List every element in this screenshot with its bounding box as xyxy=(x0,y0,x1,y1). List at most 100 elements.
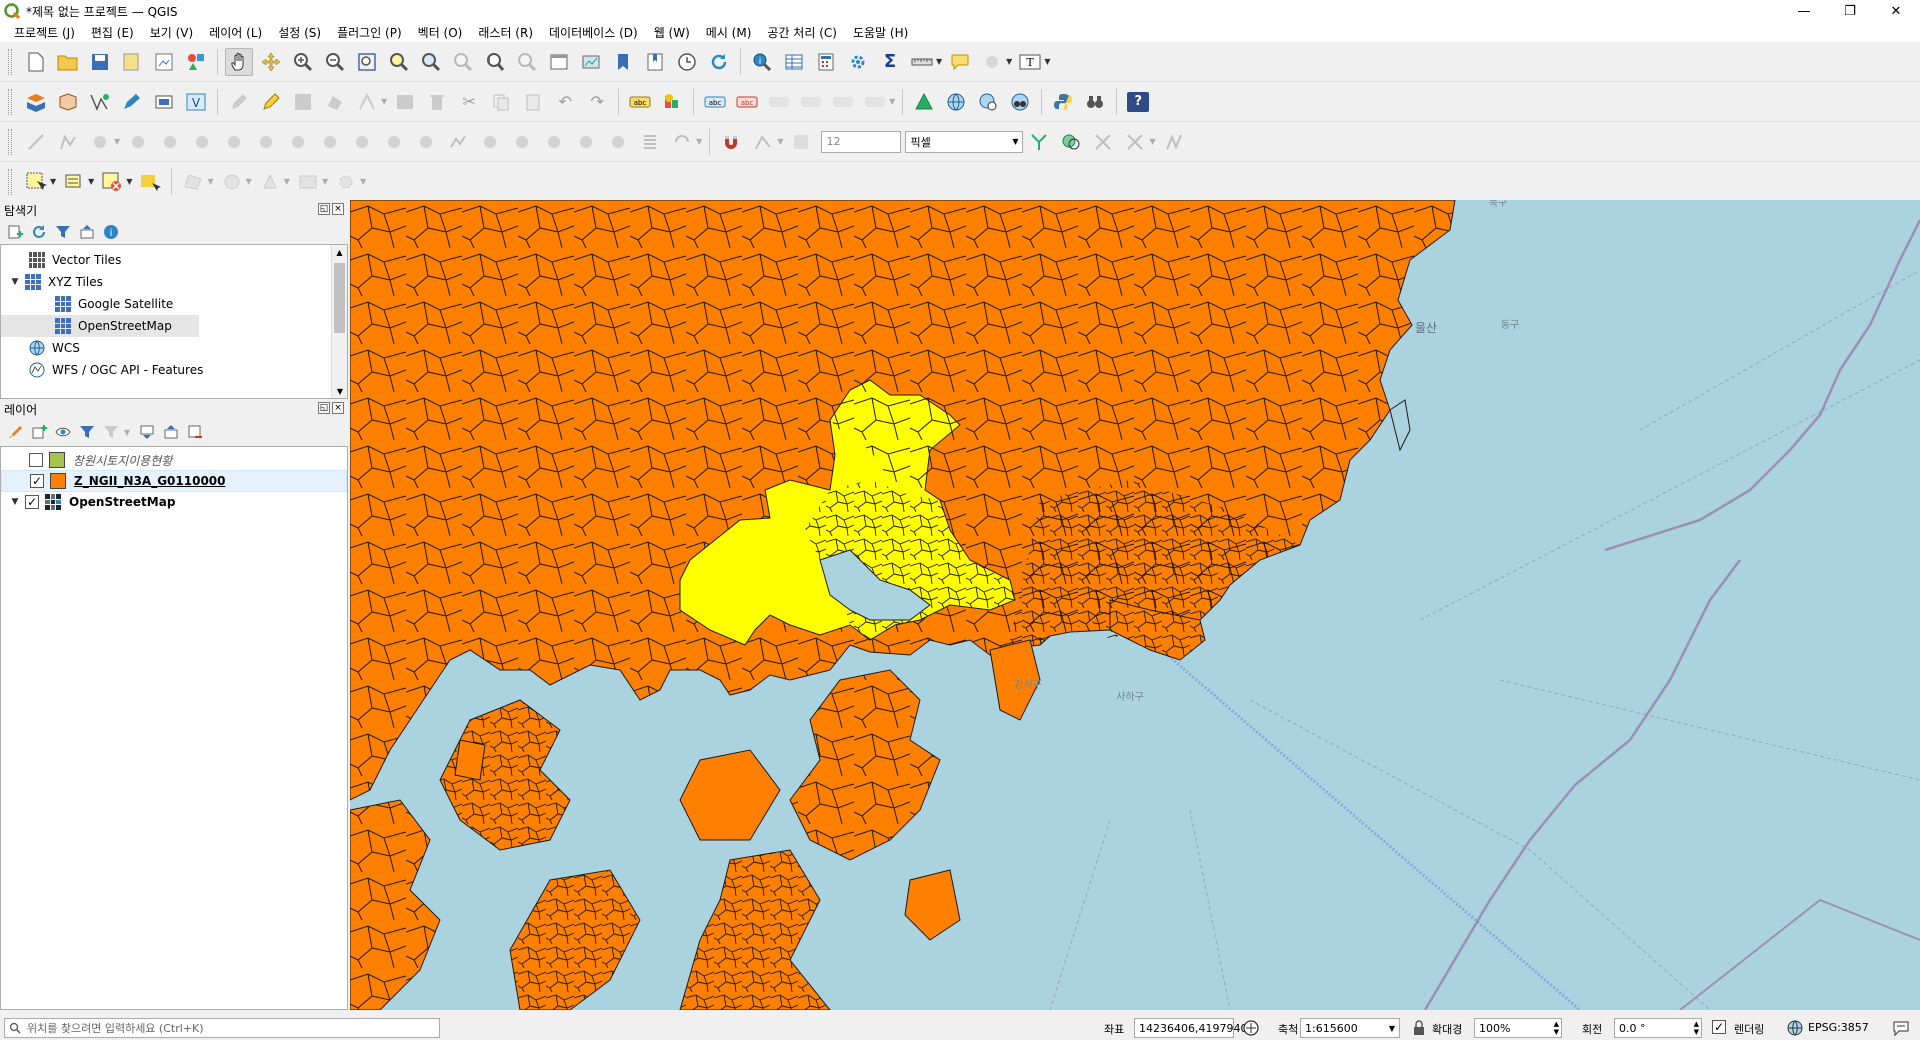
add-part-button[interactable] xyxy=(476,128,504,156)
delete-part-button[interactable] xyxy=(188,128,216,156)
identify-features-button[interactable]: i xyxy=(748,48,776,76)
annotation-marker-dropdown-icon[interactable]: ▼ xyxy=(284,177,290,186)
add-delimited-text-button[interactable] xyxy=(118,88,146,116)
layer-row-openstreetmap[interactable]: ▼ ✓ OpenStreetMap xyxy=(9,491,175,513)
add-vector-button[interactable] xyxy=(86,88,114,116)
map-canvas[interactable]: 울산 동구 강서구 사하구 북구 xyxy=(350,200,1920,1010)
snapping-mode-button[interactable] xyxy=(749,128,777,156)
collapse-all-button[interactable] xyxy=(78,223,96,241)
manage-map-themes-button[interactable] xyxy=(54,423,72,441)
digitize-curve-button[interactable] xyxy=(54,128,82,156)
collapse-all-layers-button[interactable] xyxy=(162,423,180,441)
split-features-button[interactable] xyxy=(284,128,312,156)
measure-button[interactable] xyxy=(908,48,936,76)
modify-attributes-button[interactable] xyxy=(391,88,419,116)
messages-icon[interactable] xyxy=(1892,1019,1910,1037)
current-edits-button[interactable] xyxy=(257,88,285,116)
advanced-digitize-button[interactable] xyxy=(22,128,50,156)
add-annotation-marker-button[interactable] xyxy=(256,168,284,196)
layer-visibility-checkbox[interactable]: ✓ xyxy=(25,495,39,509)
toggle-editing-button[interactable] xyxy=(225,88,253,116)
fill-ring-button[interactable] xyxy=(124,128,152,156)
delete-selected-button[interactable] xyxy=(423,88,451,116)
snap-units-combo[interactable]: 픽셀 ▼ xyxy=(905,130,1024,153)
add-annotation-polygon-button[interactable] xyxy=(179,168,207,196)
show-hide-labels-button[interactable] xyxy=(765,88,793,116)
close-panel-button[interactable]: × xyxy=(332,203,344,215)
snap-tracing-button[interactable] xyxy=(1121,128,1149,156)
new-3d-view-button[interactable] xyxy=(577,48,605,76)
merge-attributes-button[interactable] xyxy=(380,128,408,156)
menu-database[interactable]: 데이터베이스 (D) xyxy=(541,24,646,41)
self-snapping-button[interactable] xyxy=(1089,128,1117,156)
show-bookmarks-button[interactable] xyxy=(641,48,669,76)
enable-snapping-button[interactable] xyxy=(717,128,745,156)
zoom-next-button[interactable] xyxy=(513,48,541,76)
remove-layer-button[interactable] xyxy=(186,423,204,441)
menu-processing[interactable]: 공간 처리 (C) xyxy=(759,24,845,41)
snap-tolerance-spinbox[interactable]: 12 xyxy=(821,130,902,153)
browser-item-wfs[interactable]: WFS / OGC API - Features xyxy=(29,359,203,381)
new-geopackage-button[interactable] xyxy=(54,88,82,116)
annotation-circle-dropdown-icon[interactable]: ▼ xyxy=(246,177,252,186)
reverse-line-button[interactable] xyxy=(668,128,696,156)
annotation-rect-dropdown-icon[interactable]: ▼ xyxy=(322,177,328,186)
style-manager-button[interactable] xyxy=(182,48,210,76)
menu-view[interactable]: 보기 (V) xyxy=(142,24,201,41)
zoom-layer-button[interactable] xyxy=(417,48,445,76)
rotate-label-button[interactable] xyxy=(829,88,857,116)
pin-labels-button[interactable]: abc xyxy=(733,88,761,116)
field-calculator-button[interactable] xyxy=(812,48,840,76)
snap-mode-dropdown-icon[interactable]: ▼ xyxy=(777,137,783,146)
reverse-dropdown-icon[interactable]: ▼ xyxy=(696,137,702,146)
add-feature-button[interactable] xyxy=(321,88,349,116)
toolbar-handle[interactable] xyxy=(8,48,12,75)
refresh-button[interactable] xyxy=(705,48,733,76)
reshape-button[interactable] xyxy=(220,128,248,156)
copy-features-button[interactable] xyxy=(487,88,515,116)
decorations-button[interactable] xyxy=(978,48,1006,76)
select-features-button[interactable] xyxy=(22,168,50,196)
merge-features-button[interactable] xyxy=(348,128,376,156)
save-as-button[interactable] xyxy=(118,48,146,76)
browser-item-xyz-tiles[interactable]: ▼ XYZ Tiles xyxy=(9,271,103,293)
menu-help[interactable]: 도움말 (H) xyxy=(845,24,916,41)
select-by-value-button[interactable] xyxy=(60,168,88,196)
label-toolbar-button[interactable]: abc xyxy=(626,88,654,116)
layer-symbol-swatch[interactable] xyxy=(49,452,65,468)
simplify-button[interactable] xyxy=(444,128,472,156)
add-annotation-rect-button[interactable] xyxy=(294,168,322,196)
close-panel-button[interactable]: × xyxy=(332,402,344,414)
enable-tracing-button[interactable] xyxy=(1160,128,1188,156)
browser-item-openstreetmap[interactable]: OpenStreetMap xyxy=(1,315,199,337)
toggle-extents-icon[interactable] xyxy=(1242,1019,1260,1037)
add-annotation-gear-button[interactable] xyxy=(332,168,360,196)
filter-browser-button[interactable] xyxy=(54,223,72,241)
menu-project[interactable]: 프로젝트 (J) xyxy=(6,24,83,41)
new-bookmark-button[interactable] xyxy=(609,48,637,76)
pan-to-selection-button[interactable] xyxy=(257,48,285,76)
crs-button[interactable]: EPSG:3857 xyxy=(1808,1021,1869,1034)
menu-layer[interactable]: 레이어 (L) xyxy=(201,24,270,41)
undo-button[interactable]: ↶ xyxy=(551,88,579,116)
text-annotation-button[interactable]: T xyxy=(1016,48,1044,76)
menu-raster[interactable]: 래스터 (R) xyxy=(470,24,541,41)
zoom-in-button[interactable] xyxy=(289,48,317,76)
wms-globe-button[interactable] xyxy=(942,88,970,116)
refresh-browser-button[interactable] xyxy=(30,223,48,241)
zoom-selection-button[interactable] xyxy=(385,48,413,76)
decorations-dropdown-icon[interactable]: ▼ xyxy=(1006,57,1012,66)
menu-web[interactable]: 웹 (W) xyxy=(646,24,698,41)
coordinate-field[interactable]: 14236406,4197940 xyxy=(1134,1018,1247,1038)
map-tips-button[interactable] xyxy=(946,48,974,76)
layer-styling-button[interactable] xyxy=(6,423,24,441)
filter-expression-button[interactable] xyxy=(102,423,120,441)
layer-row-changwon-landuse[interactable]: 창원시토지이용현황 xyxy=(29,449,172,471)
float-panel-button[interactable]: ◱ xyxy=(318,402,330,414)
offset-curve-button[interactable] xyxy=(252,128,280,156)
close-button[interactable]: ✕ xyxy=(1873,0,1919,22)
expand-arrow-icon[interactable]: ▼ xyxy=(9,277,21,287)
deselect-dropdown-icon[interactable]: ▼ xyxy=(126,177,132,186)
change-label-button[interactable] xyxy=(861,88,889,116)
scroll-down-icon[interactable]: ▼ xyxy=(332,384,347,398)
